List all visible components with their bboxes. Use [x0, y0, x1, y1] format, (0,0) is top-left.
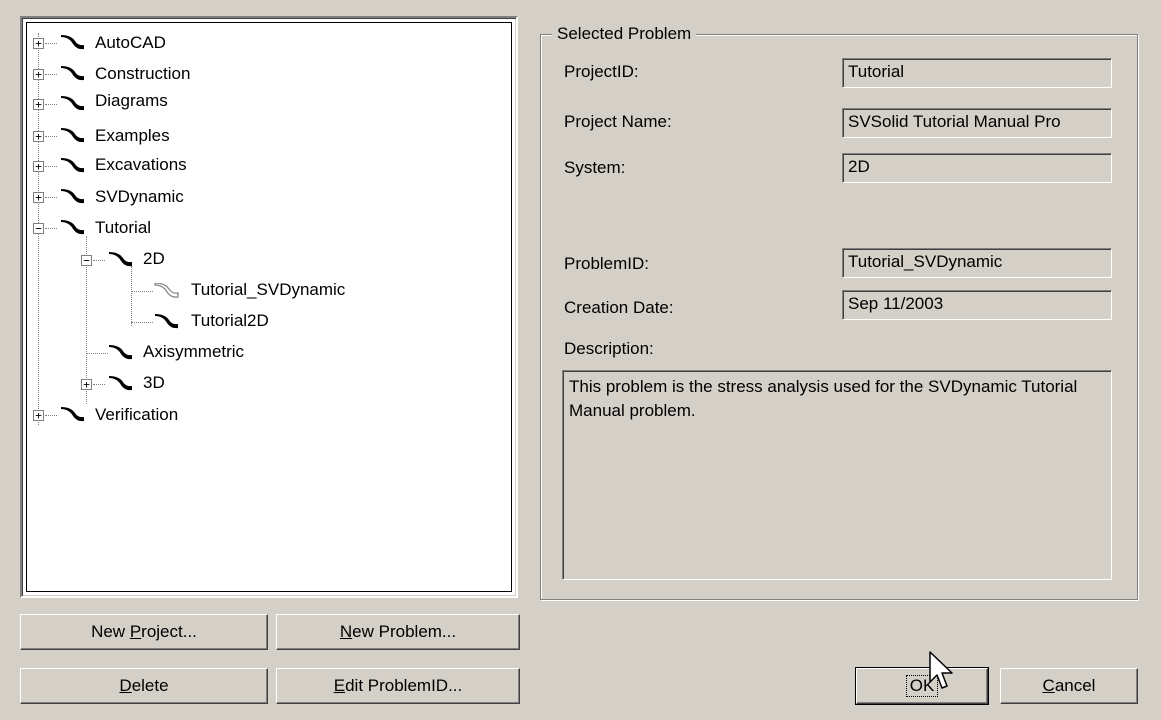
tree-line	[131, 322, 153, 323]
edit-problem-id-button[interactable]: Edit ProblemID...	[276, 668, 520, 704]
curve-icon	[61, 158, 84, 173]
label-part: ew Problem...	[352, 622, 457, 641]
description-label: Description:	[564, 339, 654, 358]
expand-icon[interactable]: +	[33, 69, 44, 80]
label-part: dit ProblemID...	[345, 676, 463, 695]
cancel-button[interactable]: Cancel	[1000, 668, 1138, 704]
tree-item-label: SVDynamic	[95, 187, 184, 206]
project-tree[interactable]: + AutoCAD + Construction + Diagrams + Ex…	[20, 16, 518, 598]
accelerator-key: E	[333, 676, 346, 695]
accelerator-key: C	[1042, 676, 1055, 695]
accelerator-key: P	[129, 622, 142, 641]
expand-icon[interactable]: +	[33, 192, 44, 203]
group-legend: Selected Problem	[552, 22, 697, 46]
curve-icon	[109, 252, 132, 267]
tree-item-label: Tutorial2D	[191, 311, 269, 330]
system-label: System:	[564, 158, 626, 177]
label-part: roject...	[141, 622, 197, 641]
tree-line	[45, 136, 57, 137]
curve-icon	[109, 376, 132, 391]
tree-line	[45, 415, 57, 416]
expand-icon[interactable]: +	[33, 161, 44, 172]
tree-item-label: 3D	[143, 373, 165, 392]
arrow-cursor-icon	[929, 651, 953, 689]
collapse-icon[interactable]: −	[81, 255, 92, 266]
curve-icon	[61, 220, 84, 235]
project-name-field: SVSolid Tutorial Manual Pro	[842, 108, 1112, 138]
creation-date-field: Sep 11/2003	[842, 290, 1112, 320]
delete-button[interactable]: Delete	[20, 668, 268, 704]
tree-line	[45, 197, 57, 198]
tree-line	[131, 266, 132, 326]
ok-button[interactable]: OK	[855, 667, 989, 705]
edit-problem-id-label: Edit ProblemID...	[334, 676, 463, 696]
creation-date-label: Creation Date:	[564, 298, 674, 317]
project-tree-inner: + AutoCAD + Construction + Diagrams + Ex…	[26, 22, 512, 592]
tree-line	[45, 228, 57, 229]
expand-icon[interactable]: +	[33, 38, 44, 49]
tree-item-label: Construction	[95, 64, 191, 83]
accelerator-key: D	[119, 676, 132, 695]
curve-icon	[109, 345, 132, 360]
tree-line	[45, 104, 57, 105]
curve-icon	[61, 66, 84, 81]
project-name-label: Project Name:	[564, 112, 672, 131]
delete-label: Delete	[119, 676, 168, 696]
problem-id-label: ProblemID:	[564, 254, 650, 273]
tree-line	[93, 384, 105, 385]
expand-icon[interactable]: +	[33, 131, 44, 142]
system-field: 2D	[842, 153, 1112, 183]
tree-item-label: Diagrams	[95, 91, 168, 110]
dialog: + AutoCAD + Construction + Diagrams + Ex…	[0, 0, 1161, 720]
tree-line	[131, 291, 153, 292]
tree-item-label: AutoCAD	[95, 33, 166, 52]
description-field: This problem is the stress analysis used…	[562, 370, 1112, 580]
tree-item-label: Verification	[95, 405, 179, 424]
problem-id-field: Tutorial_SVDynamic	[842, 248, 1112, 278]
tree-line	[86, 353, 108, 354]
label-part: ancel	[1054, 676, 1096, 695]
tree-item-label: Tutorial	[95, 218, 152, 237]
curve-icon	[155, 314, 178, 329]
project-id-label: ProjectID:	[564, 62, 639, 81]
curve-icon	[61, 35, 84, 50]
curve-icon	[61, 128, 84, 143]
label-part: elete	[131, 676, 169, 695]
curve-icon	[61, 407, 84, 422]
curve-icon-faded	[154, 283, 179, 298]
curve-icon	[61, 96, 84, 111]
tree-item-label: Excavations	[95, 155, 187, 174]
curve-icon	[61, 189, 84, 204]
expand-icon[interactable]: +	[33, 410, 44, 421]
label-part: New	[91, 622, 130, 641]
tree-item-label: 2D	[143, 249, 165, 268]
collapse-icon[interactable]: −	[33, 223, 44, 234]
tree-line	[45, 43, 57, 44]
new-problem-button[interactable]: New Problem...	[276, 614, 520, 650]
tree-line	[93, 260, 105, 261]
tree-item-label: Examples	[95, 126, 170, 145]
tree-line	[45, 74, 57, 75]
project-id-field: Tutorial	[842, 58, 1112, 88]
tree-line	[45, 166, 57, 167]
new-project-button[interactable]: New Project...	[20, 614, 268, 650]
new-problem-label: New Problem...	[340, 622, 456, 642]
new-project-label: New Project...	[91, 622, 197, 642]
expand-icon[interactable]: +	[81, 379, 92, 390]
tree-item-label: Tutorial_SVDynamic	[191, 280, 346, 299]
cancel-label: Cancel	[1043, 676, 1096, 696]
tree-item-label: Axisymmetric	[143, 342, 245, 361]
expand-icon[interactable]: +	[33, 99, 44, 110]
accelerator-key: N	[339, 622, 353, 641]
